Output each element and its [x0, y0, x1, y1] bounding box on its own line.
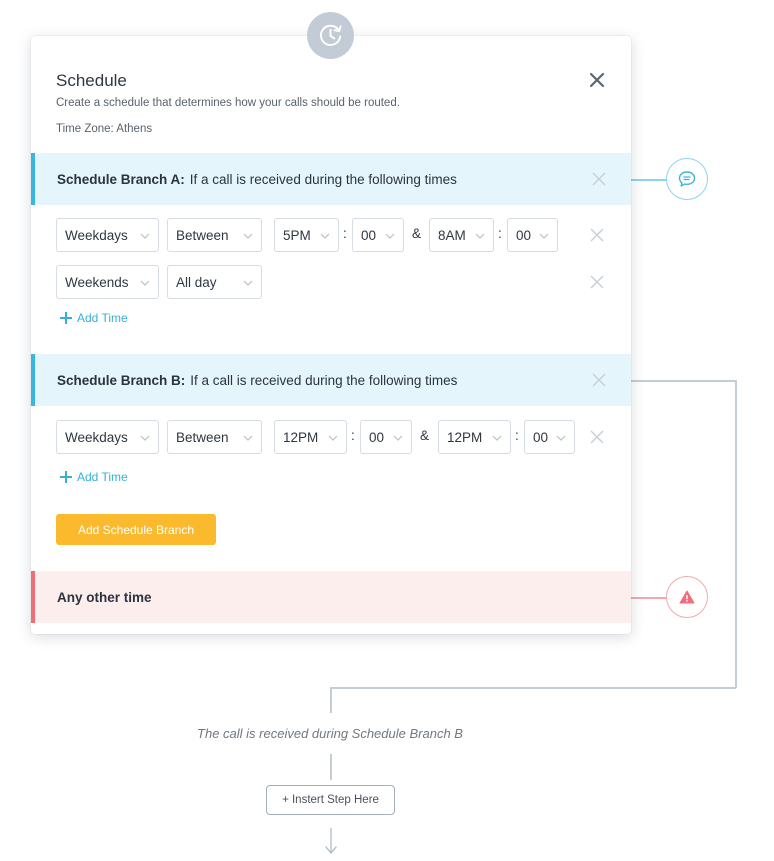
add-time-label: Add Time — [77, 311, 128, 325]
from-hour-select[interactable]: 12PM — [274, 420, 347, 454]
days-value: Weekdays — [65, 227, 128, 243]
plus-icon — [60, 471, 72, 483]
branch-a-name: Schedule Branch A: — [57, 171, 185, 187]
from-minute-value: 00 — [361, 227, 377, 243]
time-colon: : — [498, 226, 502, 241]
timezone-label: Time Zone: Athens — [56, 123, 153, 135]
connector-line — [330, 687, 332, 713]
arrow-down-icon — [325, 828, 337, 854]
branch-a-condition: If a call is received during the followi… — [189, 171, 457, 187]
plus-icon — [60, 312, 72, 324]
chevron-down-icon — [385, 233, 395, 239]
chevron-down-icon — [556, 435, 566, 441]
chevron-down-icon — [243, 280, 253, 286]
branch-b-condition: If a call is received during the followi… — [190, 372, 458, 388]
and-separator: & — [412, 226, 422, 241]
chevron-down-icon — [140, 435, 150, 441]
from-minute-value: 00 — [369, 429, 385, 445]
mode-value: All day — [176, 274, 217, 290]
branch-b-header: Schedule Branch B: If a call is received… — [31, 354, 631, 406]
remove-row-icon[interactable] — [588, 273, 606, 291]
to-minute-select[interactable]: 00 — [524, 420, 575, 454]
to-hour-value: 12PM — [447, 429, 483, 445]
connector-line — [735, 380, 737, 688]
mode-value: Between — [176, 429, 229, 445]
flow-caption: The call is received during Schedule Bra… — [197, 726, 463, 741]
remove-branch-b-icon[interactable] — [591, 372, 607, 388]
chevron-down-icon — [140, 280, 150, 286]
modal-title: Schedule — [56, 71, 127, 90]
branch-b-name: Schedule Branch B: — [57, 372, 186, 388]
chevron-down-icon — [539, 233, 549, 239]
add-schedule-branch-button[interactable]: Add Schedule Branch — [56, 514, 216, 545]
from-hour-select[interactable]: 5PM — [274, 218, 339, 252]
to-hour-select[interactable]: 8AM — [429, 218, 494, 252]
remove-row-icon[interactable] — [588, 428, 606, 446]
mode-value: Between — [176, 227, 229, 243]
any-other-time-label: Any other time — [57, 589, 152, 605]
chevron-down-icon — [140, 233, 150, 239]
from-hour-value: 12PM — [283, 429, 319, 445]
any-other-time-header: Any other time — [31, 571, 631, 623]
days-value: Weekdays — [65, 429, 128, 445]
time-colon: : — [515, 428, 519, 443]
to-hour-select[interactable]: 12PM — [438, 420, 511, 454]
add-time-label: Add Time — [77, 470, 128, 484]
close-icon[interactable] — [586, 69, 608, 91]
connector-line — [330, 687, 736, 689]
mode-select[interactable]: Between — [167, 420, 262, 454]
mode-select[interactable]: All day — [167, 265, 262, 299]
branch-a-header: Schedule Branch A: If a call is received… — [31, 153, 631, 205]
chevron-down-icon — [243, 435, 253, 441]
schedule-modal: Schedule Create a schedule that determin… — [31, 36, 631, 634]
days-select[interactable]: Weekends — [56, 265, 159, 299]
connector-line — [631, 179, 667, 181]
chevron-down-icon — [475, 233, 485, 239]
from-minute-select[interactable]: 00 — [352, 218, 404, 252]
chevron-down-icon — [393, 435, 403, 441]
days-select[interactable]: Weekdays — [56, 420, 159, 454]
from-minute-select[interactable]: 00 — [360, 420, 412, 454]
add-time-button[interactable]: Add Time — [59, 311, 128, 325]
add-time-button[interactable]: Add Time — [59, 470, 128, 484]
remove-branch-a-icon[interactable] — [591, 171, 607, 187]
to-minute-value: 00 — [533, 429, 549, 445]
connector-line — [631, 597, 667, 599]
to-minute-select[interactable]: 00 — [507, 218, 558, 252]
mode-select[interactable]: Between — [167, 218, 262, 252]
connector-line — [330, 754, 332, 780]
to-hour-value: 8AM — [438, 227, 466, 243]
chat-bubble-icon[interactable] — [666, 158, 708, 200]
remove-row-icon[interactable] — [588, 226, 606, 244]
insert-step-button[interactable]: + Instert Step Here — [266, 785, 395, 815]
chevron-down-icon — [243, 233, 253, 239]
and-separator: & — [420, 428, 430, 443]
days-value: Weekends — [65, 274, 129, 290]
chevron-down-icon — [320, 233, 330, 239]
to-minute-value: 00 — [516, 227, 532, 243]
days-select[interactable]: Weekdays — [56, 218, 159, 252]
from-hour-value: 5PM — [283, 227, 311, 243]
modal-description: Create a schedule that determines how yo… — [56, 97, 400, 109]
time-colon: : — [343, 226, 347, 241]
connector-line — [631, 380, 736, 382]
chevron-down-icon — [492, 435, 502, 441]
time-colon: : — [351, 428, 355, 443]
clock-icon — [307, 12, 354, 59]
warning-icon[interactable] — [666, 576, 708, 618]
chevron-down-icon — [328, 435, 338, 441]
